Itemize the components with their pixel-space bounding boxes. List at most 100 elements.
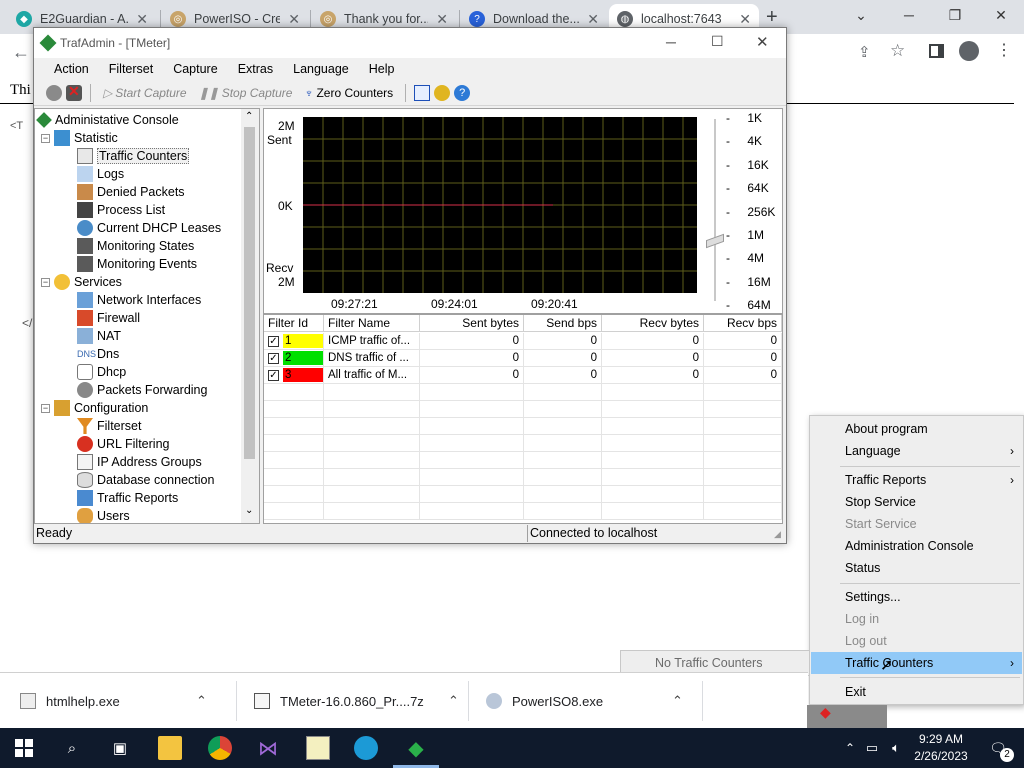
chevron-up-icon[interactable]: ⌃ [448,693,459,709]
header-filter-id[interactable]: Filter Id [264,315,324,332]
menu-item-log-in[interactable]: Log in [811,608,1022,630]
tree-item-monitoring-states[interactable]: Monitoring States [77,237,194,255]
filter-id-cell[interactable]: ✓ 3 [264,367,324,384]
menu-help[interactable]: Help [359,62,405,76]
tab-search-chevron-icon[interactable]: ⌄ [838,0,884,30]
collapse-icon[interactable]: − [41,133,50,143]
tree-item-ip-address-groups[interactable]: IP Address Groups [77,453,202,471]
close-tab-icon[interactable]: ✕ [136,11,148,28]
scroll-up-arrow-icon[interactable]: ⌃ [245,111,253,122]
menu-item-traffic-reports[interactable]: Traffic Reports › [811,469,1022,491]
tree-item-process-list[interactable]: Process List [77,201,165,219]
close-tab-icon[interactable]: ✕ [436,11,448,28]
menu-item-start-service[interactable]: Start Service [811,513,1022,535]
menu-item-traffic-counters[interactable]: Traffic Counters › [811,652,1022,674]
close-tab-icon[interactable]: ✕ [587,11,599,28]
network-icon[interactable]: ▭ [860,736,884,760]
download-item-1[interactable]: htmlhelp.exe ⌃ [20,687,207,715]
tree-scrollbar[interactable]: ⌃ ⌄ [241,109,259,523]
header-sent-bytes[interactable]: Sent bytes [420,315,524,332]
tree-item-filterset[interactable]: Filterset [77,417,141,435]
notepad-icon[interactable] [306,736,330,760]
menu-item-administration-console[interactable]: Administration Console [811,535,1022,557]
edge-icon[interactable] [354,736,378,760]
side-panel-icon[interactable] [929,44,944,58]
tree-item-network-interfaces[interactable]: Network Interfaces [77,291,201,309]
restore-browser-icon[interactable]: ❐ [932,0,978,30]
back-arrow-icon[interactable]: ← [12,42,30,63]
share-icon[interactable]: ⇪ [858,43,871,61]
filter-enabled-checkbox[interactable]: ✓ [268,353,279,364]
menu-item-settings[interactable]: Settings... [811,586,1022,608]
tree-item-users[interactable]: Users [77,507,130,523]
visual-studio-icon[interactable]: ⋈ [256,736,280,760]
tree-root[interactable]: Administative Console [36,111,179,129]
collapse-icon[interactable]: − [41,403,50,413]
filter-enabled-checkbox[interactable]: ✓ [268,370,279,381]
menu-filterset[interactable]: Filterset [99,62,163,76]
close-tab-icon[interactable]: ✕ [288,11,300,28]
chevron-up-icon[interactable]: ⌃ [672,693,683,709]
tmeter-taskbar-icon[interactable]: ◆ [404,736,428,760]
tree-item-dhcp-leases[interactable]: Current DHCP Leases [77,219,221,237]
close-tab-icon[interactable]: ✕ [739,11,751,28]
tree-statistic[interactable]: − Statistic [41,129,118,147]
lock-icon[interactable] [434,84,451,101]
tree-item-nat[interactable]: NAT [77,327,121,345]
zero-counters-button[interactable]: ♆ Zero Counters [300,84,397,102]
task-view-icon[interactable]: ▣ [108,736,132,760]
tree-item-dns[interactable]: DNS Dns [77,345,119,363]
profile-avatar-icon[interactable] [959,41,979,61]
clock-time[interactable]: 9:29 AM [914,732,968,746]
show-hidden-icons-chevron-icon[interactable]: ⌃ [838,736,862,760]
menu-item-exit[interactable]: Exit [811,681,1022,703]
scroll-thumb[interactable] [244,127,255,459]
scale-slider-track[interactable] [714,119,716,301]
close-window-icon[interactable]: ✕ [756,33,769,51]
help-icon[interactable]: ? [454,84,471,101]
file-explorer-icon[interactable] [158,736,182,760]
tree-item-denied-packets[interactable]: Denied Packets [77,183,185,201]
header-send-bps[interactable]: Send bps [524,315,602,332]
menu-item-language[interactable]: Language › [811,440,1022,462]
new-tab-button[interactable]: + [766,6,778,29]
minimize-window-icon[interactable]: ─ [666,34,676,50]
menu-item-stop-service[interactable]: Stop Service [811,491,1022,513]
filter-id-cell[interactable]: ✓ 2 [264,350,324,367]
tree-item-monitoring-events[interactable]: Monitoring Events [77,255,197,273]
tree-configuration[interactable]: − Configuration [41,399,148,417]
disconnect-icon[interactable]: ✕ [66,83,82,101]
tree-item-traffic-counters[interactable]: Traffic Counters [77,147,190,165]
chevron-up-icon[interactable]: ⌃ [196,693,207,709]
windows-start-icon[interactable] [12,736,36,760]
search-icon[interactable]: ⌕ [60,736,84,760]
tree-item-dhcp[interactable]: Dhcp [77,363,126,381]
maximize-window-icon[interactable]: ☐ [711,33,724,50]
tmeter-tray-icon[interactable]: ◆ [820,704,831,721]
browser-menu-icon[interactable]: ⋮ [996,40,1012,60]
menu-language[interactable]: Language [283,62,359,76]
tree-item-logs[interactable]: Logs [77,165,124,183]
tree-services[interactable]: − Services [41,273,122,291]
search-filter-icon[interactable] [414,84,431,101]
chrome-icon[interactable] [208,736,232,760]
download-item-3[interactable]: PowerISO8.exe ⌃ [486,687,683,715]
stop-capture-button[interactable]: ❚❚ Stop Capture [195,84,297,102]
filter-enabled-checkbox[interactable]: ✓ [268,336,279,347]
collapse-icon[interactable]: − [41,277,50,287]
menu-capture[interactable]: Capture [163,62,227,76]
tree-item-url-filtering[interactable]: URL Filtering [77,435,169,453]
scroll-down-arrow-icon[interactable]: ⌄ [245,505,253,516]
menu-item-status[interactable]: Status [811,557,1022,579]
filter-id-cell[interactable]: ✓ 1 [264,333,324,350]
header-recv-bps[interactable]: Recv bps [704,315,782,332]
menu-item-log-out[interactable]: Log out [811,630,1022,652]
minimize-browser-icon[interactable]: ─ [886,0,932,30]
resize-grip-icon[interactable]: ◢ [774,529,781,540]
volume-icon[interactable]: 🔈︎ [884,736,908,760]
tree-item-packets-forwarding[interactable]: Packets Forwarding [77,381,207,399]
menu-extras[interactable]: Extras [228,62,283,76]
tree-item-traffic-reports[interactable]: Traffic Reports [77,489,178,507]
bookmark-star-icon[interactable]: ☆ [890,41,905,61]
menu-item-about-program[interactable]: About program [811,418,1022,440]
